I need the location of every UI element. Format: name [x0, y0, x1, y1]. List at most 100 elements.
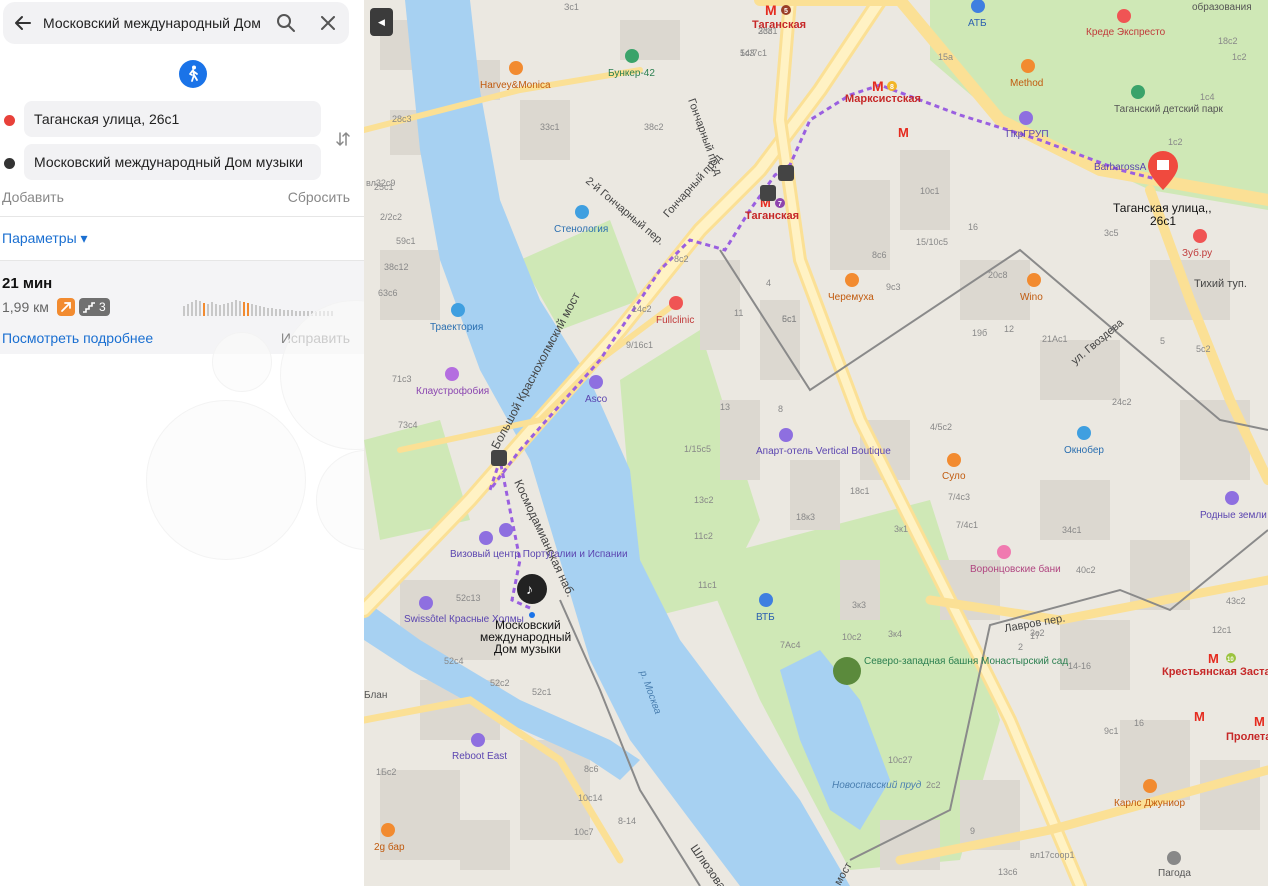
elevation-bar: [303, 311, 305, 316]
building-number: вл17соор1: [1030, 850, 1074, 860]
building-number: 3к4: [888, 629, 902, 639]
shop-icon: [1225, 491, 1239, 505]
svg-text:Asco: Asco: [585, 394, 608, 405]
building-number: 9с3: [886, 282, 901, 292]
building-number: 28с3: [392, 114, 412, 124]
building-number: 9с1: [1104, 726, 1119, 736]
building-number: 14-16: [1068, 661, 1091, 671]
svg-text:M: M: [1208, 651, 1219, 666]
building-number: 43с2: [1226, 596, 1246, 606]
building-number: 20с8: [988, 270, 1008, 280]
route-params-dropdown[interactable]: Параметры ▾: [2, 230, 88, 247]
building-number: 3с3: [758, 26, 773, 36]
bar-icon: [381, 823, 395, 837]
elevation-bar: [263, 307, 265, 316]
chevron-left-icon: ◀: [378, 16, 385, 27]
search-button[interactable]: [265, 2, 307, 44]
elevation-bar: [259, 306, 261, 316]
elevation-bar: [199, 301, 201, 316]
clear-button[interactable]: [307, 2, 349, 44]
route-details-link[interactable]: Посмотреть подробнее: [2, 330, 153, 346]
building-number: 16: [968, 222, 978, 232]
building-number: 52с13: [456, 593, 481, 603]
add-point-button[interactable]: Добавить: [2, 189, 64, 205]
building-number: Зс1: [564, 2, 579, 12]
building-number: 2/2с2: [380, 212, 402, 222]
back-button[interactable]: [3, 2, 43, 44]
route-to-input[interactable]: Московский международный Дом музыки: [24, 144, 321, 180]
svg-text:Северо-западная башня Монастыр: Северо-западная башня Монастырский сад: [864, 655, 1068, 667]
service-icon: [575, 205, 589, 219]
building-number: 3к1: [894, 524, 908, 534]
svg-text:Стенология: Стенология: [554, 224, 608, 235]
svg-text:Method: Method: [1010, 78, 1043, 89]
pedestrian-mode-button[interactable]: [179, 60, 207, 88]
building-number: 13с6: [998, 867, 1018, 877]
to-point-marker: [4, 158, 15, 169]
building-number: 34с1: [1062, 525, 1082, 535]
stairs-count: 3: [99, 300, 106, 314]
elevation-bar: [299, 311, 301, 316]
svg-text:10: 10: [1227, 657, 1234, 663]
search-input[interactable]: Московский международный Дом м: [43, 15, 265, 31]
svg-text:5: 5: [784, 8, 788, 15]
elevation-bar: [195, 300, 197, 316]
decorative-circle: [146, 400, 306, 560]
building-number: 7/4с1: [956, 520, 978, 530]
restaurant-icon: [845, 273, 859, 287]
svg-text:Блан: Блан: [364, 690, 387, 701]
svg-text:Зуб.ру: Зуб.ру: [1182, 247, 1212, 259]
restaurant-icon: [1021, 59, 1035, 73]
elevation-bar: [239, 301, 241, 316]
svg-text:M: M: [765, 2, 777, 18]
svg-text:АТБ: АТБ: [968, 18, 987, 29]
svg-text:Родные земли: Родные земли: [1200, 510, 1267, 521]
building-number: 19б: [972, 328, 987, 338]
svg-text:Суло: Суло: [942, 471, 966, 482]
building-number: 4/5с2: [930, 422, 952, 432]
swap-points-button[interactable]: [330, 126, 356, 152]
park-icon: [1131, 85, 1145, 99]
elevation-bar: [279, 309, 281, 316]
svg-text:Пагода: Пагода: [1158, 868, 1191, 879]
building-number: 8-14: [618, 816, 636, 826]
music-note-icon: ♪: [526, 581, 533, 597]
building-number: 40с2: [1076, 565, 1096, 575]
bar-icon: [1027, 273, 1041, 287]
building-number: 3с5: [1104, 228, 1119, 238]
route-panel: Московский международный Дом м Таганская…: [0, 0, 364, 886]
service-icon: [451, 303, 465, 317]
building-number: 18с2: [1218, 36, 1238, 46]
svg-text:Wino: Wino: [1020, 292, 1043, 303]
svg-text:ПкрГРУП: ПкрГРУП: [1006, 129, 1049, 140]
bank-icon: [759, 593, 773, 607]
reset-route-button[interactable]: Сбросить: [288, 189, 350, 205]
building-number: 1/15с5: [684, 444, 711, 454]
elevation-bar: [235, 300, 237, 316]
svg-text:BarbarossA: BarbarossA: [1094, 162, 1147, 173]
svg-text:Визовый центр Португалии и Исп: Визовый центр Португалии и Испании: [450, 549, 628, 560]
elevation-bar: [219, 305, 221, 316]
svg-text:Reboot East: Reboot East: [452, 751, 507, 762]
svg-text:7: 7: [778, 201, 782, 208]
elevation-bar: [191, 302, 193, 316]
metro-label-krestyanskaya: Крестьянская Застава: [1162, 666, 1268, 678]
collapse-panel-button[interactable]: ◀: [370, 8, 393, 36]
pharmacy-icon: [1117, 9, 1131, 23]
decorative-circle: [316, 450, 364, 550]
svg-text:Новоспасский пруд: Новоспасский пруд: [832, 780, 922, 791]
building-number: 73с4: [398, 420, 418, 430]
building-number: 5с2: [1196, 344, 1211, 354]
building-number: 1с2: [1232, 52, 1247, 62]
search-icon: [277, 14, 295, 32]
building-number: 52с4: [444, 656, 464, 666]
building-number: 5с3: [740, 48, 755, 58]
map-view[interactable]: M5 Таганская M8 Марксистская M M7 Таганс…: [364, 0, 1268, 886]
route-distance: 1,99 км: [2, 299, 49, 315]
building-number: 12: [1004, 324, 1014, 334]
route-from-input[interactable]: Таганская улица, 26с1: [24, 101, 321, 137]
elevation-bar: [295, 311, 297, 316]
building-number: 14с2: [632, 304, 652, 314]
svg-text:Воронцовские бани: Воронцовские бани: [970, 563, 1061, 575]
building-number: 9: [970, 826, 975, 836]
